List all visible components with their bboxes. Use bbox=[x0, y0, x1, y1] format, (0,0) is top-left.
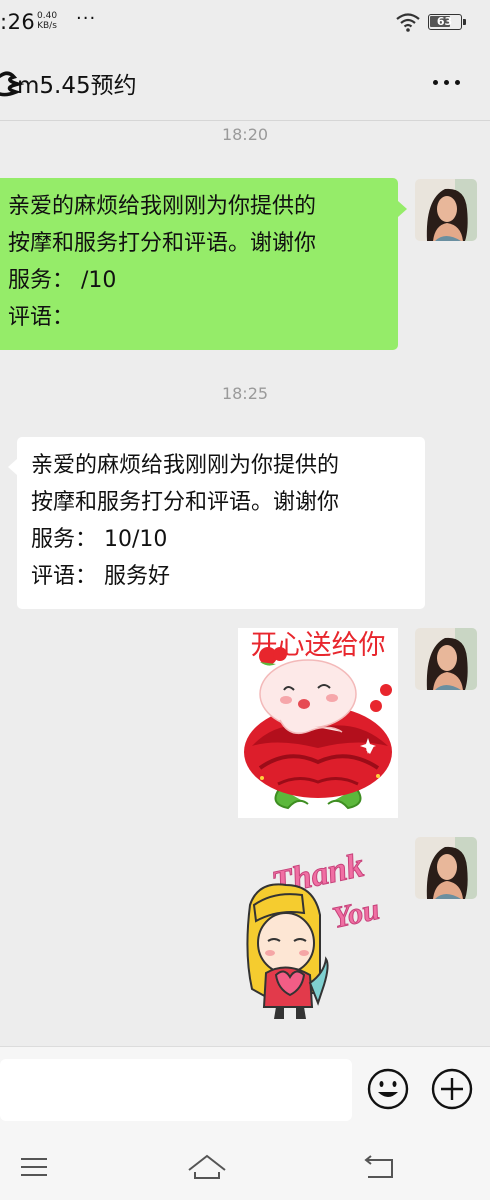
status-time: :26 bbox=[0, 10, 36, 34]
message-line: 服务： /10 bbox=[8, 268, 117, 293]
chat-header: m5.45预约 bbox=[0, 44, 490, 121]
avatar[interactable] bbox=[415, 628, 477, 690]
back-button[interactable] bbox=[360, 1150, 400, 1184]
plus-button[interactable] bbox=[431, 1068, 473, 1110]
message-line: 评语： bbox=[8, 305, 75, 330]
home-icon bbox=[188, 1154, 226, 1179]
received-message-bubble[interactable]: 亲爱的麻烦给我刚刚为你提供的 按摩和服务打分和评语。谢谢你 服务： 10/10 … bbox=[17, 437, 425, 609]
thank-you-sticker[interactable]: Thank You bbox=[240, 833, 396, 1023]
message-line: 评语： 服务好 bbox=[31, 564, 170, 589]
chat-area[interactable]: 18:20 亲爱的麻烦给我刚刚为你提供的 按摩和服务打分和评语。谢谢你 服务： … bbox=[0, 121, 490, 1046]
battery-tip bbox=[463, 19, 466, 25]
bubble-tail bbox=[8, 459, 17, 475]
message-line: 亲爱的麻烦给我刚刚为你提供的 bbox=[31, 453, 340, 478]
menu-button[interactable] bbox=[15, 1150, 55, 1184]
rose-sticker[interactable]: 开心送给你 bbox=[238, 628, 398, 818]
more-options-button[interactable] bbox=[424, 66, 468, 98]
message-line: 服务： 10/10 bbox=[31, 527, 168, 552]
wifi-icon bbox=[396, 13, 420, 32]
avatar[interactable] bbox=[415, 837, 477, 899]
network-speed: 0.40 KB/s bbox=[37, 11, 58, 31]
back-icon bbox=[364, 1155, 393, 1178]
emoji-smile-icon bbox=[367, 1068, 409, 1110]
avatar[interactable] bbox=[415, 179, 477, 241]
status-bar: :26 0.40 KB/s ··· 63 bbox=[0, 0, 490, 44]
menu-icon bbox=[21, 1158, 47, 1176]
home-button[interactable] bbox=[187, 1150, 227, 1184]
timestamp: 18:25 bbox=[221, 384, 269, 403]
sticker-caption-line2: You bbox=[330, 893, 383, 935]
sent-message-bubble[interactable]: 亲爱的麻烦给我刚刚为你提供的 按摩和服务打分和评语。谢谢你 服务： /10 评语… bbox=[0, 178, 398, 350]
message-line: 亲爱的麻烦给我刚刚为你提供的 bbox=[8, 194, 317, 219]
emoji-button[interactable] bbox=[367, 1068, 409, 1110]
message-line: 按摩和服务打分和评语。谢谢你 bbox=[8, 231, 317, 256]
message-line: 按摩和服务打分和评语。谢谢你 bbox=[31, 490, 340, 515]
input-bar bbox=[0, 1046, 490, 1133]
battery-icon: 63 bbox=[428, 14, 462, 30]
plus-circle-icon bbox=[431, 1068, 473, 1110]
battery-level: 63 bbox=[436, 15, 453, 28]
timestamp: 18:20 bbox=[221, 125, 269, 144]
system-nav-bar bbox=[0, 1132, 490, 1200]
status-more-dots: ··· bbox=[76, 8, 97, 29]
message-input[interactable] bbox=[0, 1059, 352, 1121]
chat-title: m5.45预约 bbox=[17, 73, 137, 99]
bubble-tail bbox=[398, 201, 407, 217]
